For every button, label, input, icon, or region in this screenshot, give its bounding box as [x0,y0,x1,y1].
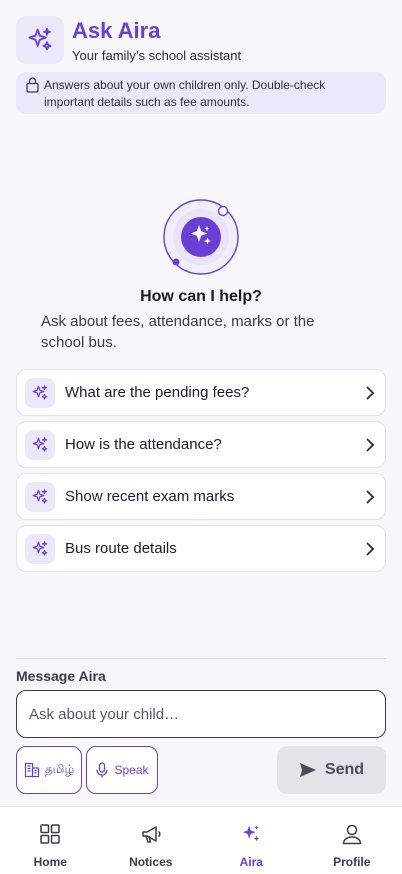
chevron-right-icon [366,542,375,556]
nav-label: Home [33,855,67,869]
nav-item-home[interactable]: Home [0,807,101,874]
megaphone-icon [142,826,161,843]
nav-label: Profile [333,855,371,869]
nav-item-profile[interactable]: Profile [302,807,402,874]
assistant-orb [162,198,240,276]
chevron-right-icon [366,490,375,504]
sparkles-icon [25,378,55,408]
suggestion-pending-fees[interactable]: What are the pending fees? [16,369,386,416]
nav-label: Notices [129,855,173,869]
grid-icon [40,824,60,844]
send-button[interactable]: Send [277,746,386,794]
chevron-right-icon [366,438,375,452]
sparkles-icon [25,534,55,564]
suggestion-bus-route[interactable]: Bus route details [16,525,386,572]
speak-button[interactable]: Speak [86,746,158,794]
message-input[interactable] [16,690,386,738]
nav-item-aira[interactable]: Aira [201,807,302,874]
sparkles-icon [243,825,260,842]
sparkles-icon [25,430,55,460]
nav-item-notices[interactable]: Notices [101,807,202,874]
chevron-right-icon [366,386,375,400]
privacy-banner: Answers about your own children only. Do… [16,72,386,114]
page-title: Ask Aira [72,18,161,43]
message-label: Message Aira [16,668,106,684]
lock-icon [26,77,39,93]
send-button-label: Send [324,761,365,778]
suggestion-attendance[interactable]: How is the attendance? [16,421,386,468]
suggestion-exam-marks[interactable]: Show recent exam marks [16,473,386,520]
suggestion-label: Show recent exam marks [65,488,235,505]
suggestion-list: What are the pending fees? How is the at… [16,369,386,577]
empty-state-title: How can I help? [140,288,262,305]
speak-button-label: Speak [114,763,149,777]
user-icon [342,824,362,845]
translate-icon [24,762,39,778]
send-icon [299,763,316,777]
page-subtitle: Your family’s school assistant [72,48,242,63]
logo [16,16,64,64]
sparkles-icon [28,27,52,51]
app-header: Ask Aira Your family’s school assistant [16,16,386,64]
suggestion-label: Bus route details [65,540,177,557]
nav-label: Aira [239,855,263,869]
language-tamil-button[interactable]: தமிழ் [16,746,82,794]
empty-state-description: Ask about fees, attendance, marks or the… [41,313,315,351]
bottom-nav: Home Notices Aira Profile [0,806,402,874]
language-button-label: தமிழ் [44,762,75,776]
suggestion-label: What are the pending fees? [65,384,250,401]
microphone-icon [96,762,109,778]
banner-text: Answers about your own children only. Do… [44,78,326,109]
composer-divider [16,658,386,659]
sparkles-icon [25,482,55,512]
suggestion-label: How is the attendance? [65,436,222,453]
